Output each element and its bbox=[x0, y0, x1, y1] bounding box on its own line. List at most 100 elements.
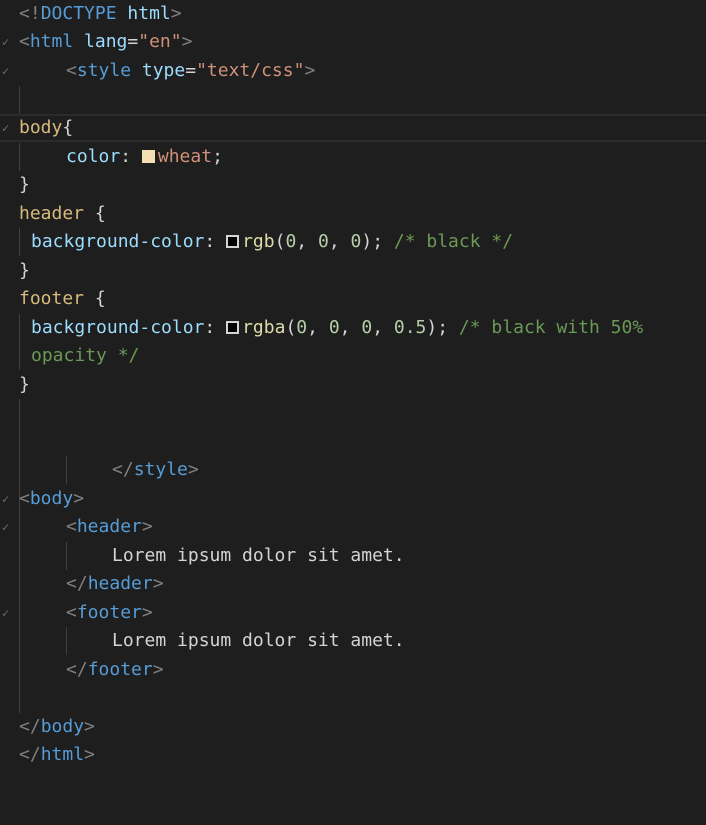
token: footer bbox=[76, 602, 142, 623]
token: > bbox=[84, 744, 95, 765]
token: 0 bbox=[361, 317, 373, 338]
fold-checkmark-icon[interactable]: ✓ bbox=[2, 57, 14, 85]
color-swatch-icon[interactable] bbox=[226, 321, 240, 334]
token: html bbox=[29, 31, 74, 52]
token: = bbox=[127, 31, 139, 52]
token: opacity */ bbox=[31, 345, 140, 366]
token: , bbox=[372, 317, 394, 338]
token: } bbox=[19, 260, 30, 281]
token: 0 bbox=[328, 317, 340, 338]
token: > bbox=[84, 716, 95, 737]
token: 0 bbox=[285, 231, 297, 252]
token: Lorem ipsum dolor sit amet. bbox=[112, 630, 405, 651]
code-line-22[interactable]: ✓ <footer> bbox=[0, 599, 706, 627]
token: body bbox=[29, 488, 74, 509]
token: : bbox=[204, 231, 227, 252]
code-line-1[interactable]: <!DOCTYPE html> bbox=[0, 0, 706, 28]
token: > bbox=[73, 488, 85, 509]
token: > bbox=[170, 3, 182, 24]
code-line-7[interactable]: } bbox=[0, 171, 706, 199]
code-line-6[interactable]: color: wheat; bbox=[0, 143, 706, 171]
token: /* black with 50% bbox=[458, 317, 644, 338]
token: > bbox=[141, 516, 153, 537]
token: ; bbox=[212, 146, 223, 167]
color-swatch-icon[interactable] bbox=[141, 150, 155, 163]
token: footer bbox=[19, 288, 85, 309]
token: </ bbox=[19, 716, 41, 737]
token: /* black */ bbox=[393, 231, 514, 252]
token: "en" bbox=[138, 31, 182, 52]
token: , bbox=[328, 231, 351, 252]
token: { bbox=[84, 203, 106, 224]
code-line-3[interactable]: ✓ <style type="text/css"> bbox=[0, 57, 706, 85]
code-line-24[interactable]: </footer> bbox=[0, 656, 706, 684]
code-editor[interactable]: <!DOCTYPE html> ✓ <html lang="en"> ✓ <st… bbox=[0, 0, 706, 781]
code-line-26[interactable]: </body> bbox=[0, 713, 706, 741]
token: 0 bbox=[317, 231, 329, 252]
token: "text/css" bbox=[196, 60, 305, 81]
token: } bbox=[19, 174, 30, 195]
token: < bbox=[66, 516, 77, 537]
token: color bbox=[66, 146, 121, 167]
code-line-17[interactable]: </style> bbox=[0, 456, 706, 484]
code-line-14[interactable]: } bbox=[0, 371, 706, 399]
token: ; bbox=[437, 317, 459, 338]
token: style bbox=[76, 60, 132, 81]
token: rgb bbox=[242, 231, 275, 252]
token: background-color bbox=[31, 231, 205, 252]
token: Lorem ipsum dolor sit amet. bbox=[112, 545, 405, 566]
token: ) bbox=[361, 231, 373, 252]
code-line-2[interactable]: ✓ <html lang="en"> bbox=[0, 28, 706, 56]
token: , bbox=[307, 317, 329, 338]
code-line-11[interactable]: footer { bbox=[0, 285, 706, 313]
token: DOCTYPE bbox=[40, 3, 117, 24]
token: html bbox=[127, 3, 171, 24]
fold-checkmark-icon[interactable]: ✓ bbox=[2, 485, 14, 513]
code-line-5[interactable]: ✓ body{ bbox=[0, 114, 706, 142]
token: </ bbox=[112, 459, 134, 480]
token: 0.5 bbox=[393, 317, 427, 338]
code-line-21[interactable]: </header> bbox=[0, 570, 706, 598]
token: = bbox=[185, 60, 197, 81]
token: : bbox=[204, 317, 227, 338]
token: > bbox=[141, 602, 153, 623]
token: body bbox=[40, 716, 85, 737]
color-swatch-icon[interactable] bbox=[226, 235, 240, 248]
code-line-12[interactable]: background-color: rgba(0, 0, 0, 0.5); /*… bbox=[0, 314, 706, 342]
token: background-color bbox=[31, 317, 205, 338]
code-line-23[interactable]: Lorem ipsum dolor sit amet. bbox=[0, 627, 706, 655]
token: > bbox=[304, 60, 316, 81]
fold-checkmark-icon[interactable]: ✓ bbox=[2, 114, 14, 142]
token: wheat bbox=[157, 146, 213, 167]
token: </ bbox=[66, 659, 88, 680]
token: ; bbox=[372, 231, 394, 252]
code-line-10[interactable]: } bbox=[0, 257, 706, 285]
token: </ bbox=[66, 573, 88, 594]
token: ) bbox=[426, 317, 438, 338]
code-line-13[interactable]: opacity */ bbox=[0, 342, 706, 370]
fold-checkmark-icon[interactable]: ✓ bbox=[2, 599, 14, 627]
fold-checkmark-icon[interactable]: ✓ bbox=[2, 28, 14, 56]
code-line-8[interactable]: header { bbox=[0, 200, 706, 228]
token: { bbox=[62, 117, 74, 138]
code-line-18[interactable]: ✓ <body> bbox=[0, 485, 706, 513]
code-line-19[interactable]: ✓ <header> bbox=[0, 513, 706, 541]
token: > bbox=[152, 573, 164, 594]
token: rgba bbox=[242, 317, 286, 338]
token: style bbox=[133, 459, 188, 480]
token: < bbox=[19, 488, 30, 509]
token: > bbox=[187, 459, 199, 480]
code-line-20[interactable]: Lorem ipsum dolor sit amet. bbox=[0, 542, 706, 570]
fold-checkmark-icon[interactable]: ✓ bbox=[2, 513, 14, 541]
code-line-9[interactable]: background-color: rgb(0, 0, 0); /* black… bbox=[0, 228, 706, 256]
token: : bbox=[120, 146, 142, 167]
code-line-27[interactable]: </html> bbox=[0, 741, 706, 769]
token: ( bbox=[274, 231, 286, 252]
token: } bbox=[19, 374, 30, 395]
token: , bbox=[296, 231, 318, 252]
token: body bbox=[19, 117, 63, 138]
token: { bbox=[84, 288, 106, 309]
